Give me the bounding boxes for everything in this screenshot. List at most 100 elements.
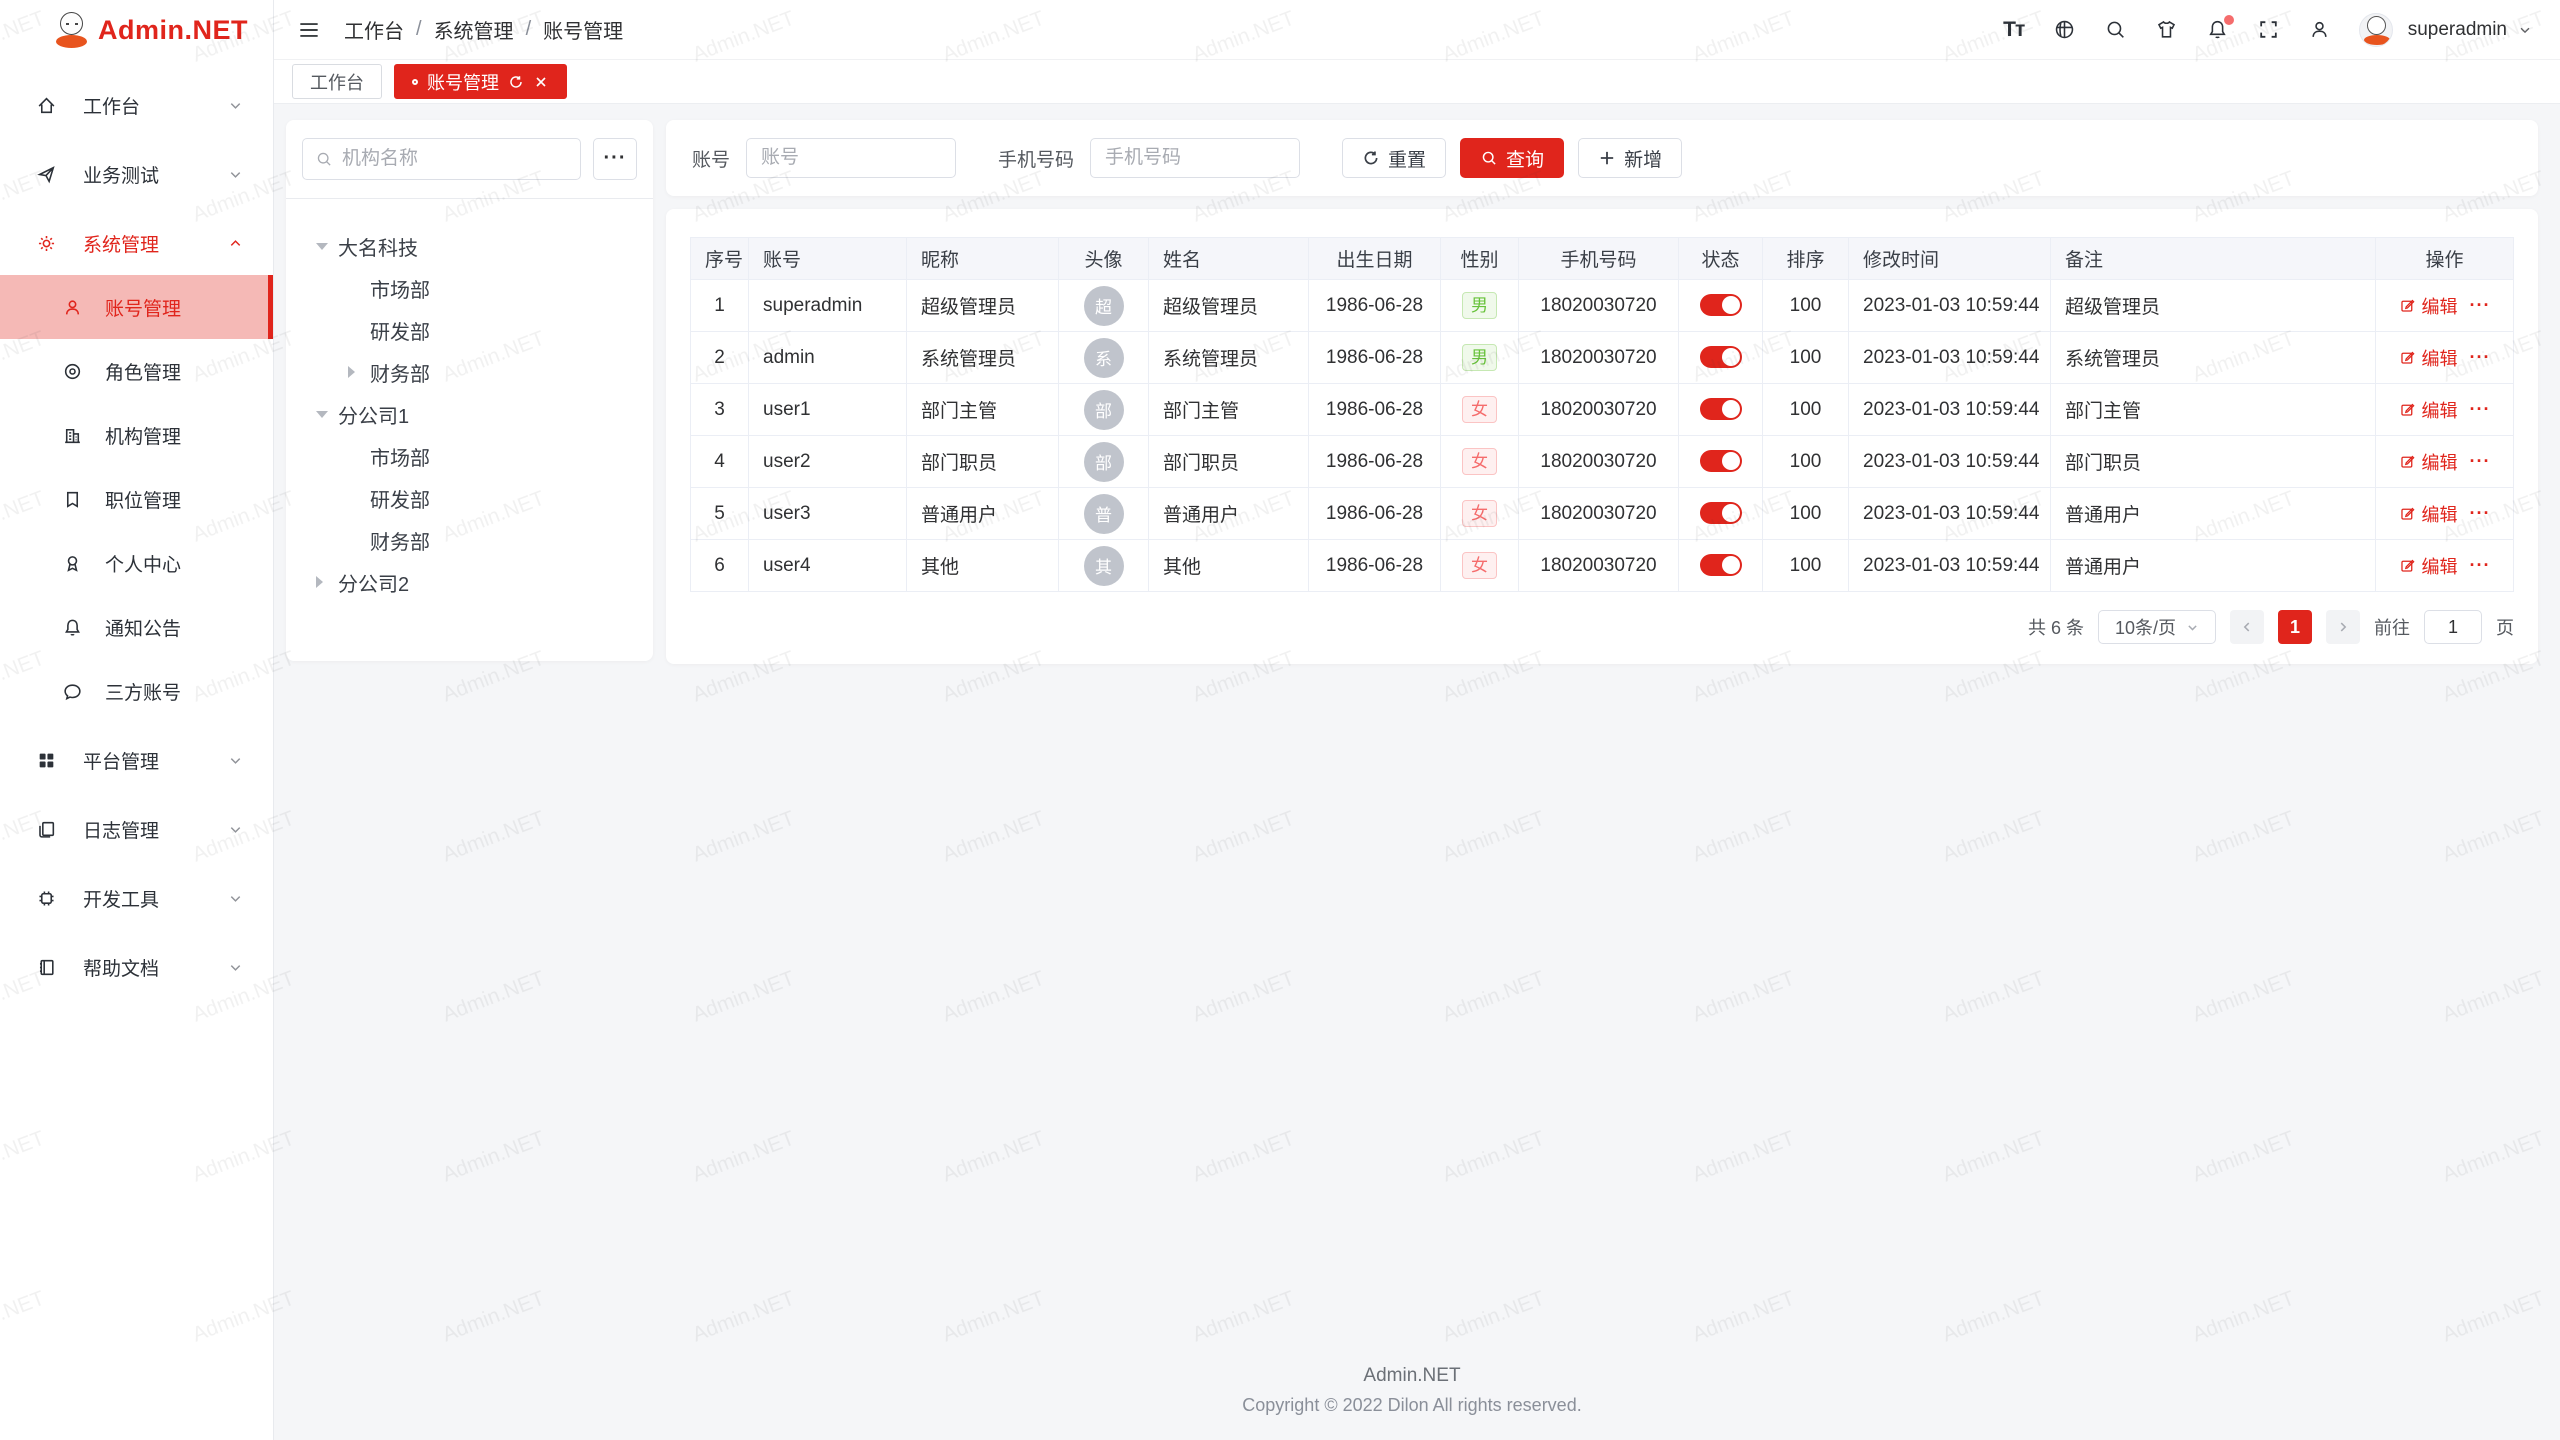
tree-node[interactable]: 分公司2 bbox=[302, 561, 637, 603]
theme-button[interactable] bbox=[2155, 18, 2179, 42]
cell-birth: 1986-06-28 bbox=[1309, 280, 1441, 332]
status-toggle[interactable] bbox=[1700, 502, 1742, 524]
edit-button[interactable]: 编辑 bbox=[2399, 345, 2458, 371]
edit-button[interactable]: 编辑 bbox=[2399, 553, 2458, 579]
edit-button[interactable]: 编辑 bbox=[2399, 449, 2458, 475]
sidebar-item-org-management[interactable]: 机构管理 bbox=[0, 403, 273, 467]
caret-right-icon[interactable] bbox=[316, 576, 338, 588]
caret-down-icon[interactable] bbox=[316, 411, 338, 418]
tree-node[interactable]: 市场部 bbox=[302, 435, 637, 477]
caret-right-icon[interactable] bbox=[348, 366, 370, 378]
tree-node[interactable]: 市场部 bbox=[302, 267, 637, 309]
chevron-up-icon bbox=[228, 236, 243, 251]
notification-button[interactable] bbox=[2206, 18, 2230, 42]
close-tab-icon[interactable] bbox=[533, 74, 549, 90]
tree-node[interactable]: 大名科技 bbox=[302, 225, 637, 267]
tree-node[interactable]: 研发部 bbox=[302, 309, 637, 351]
search-icon bbox=[315, 150, 333, 168]
more-actions-button[interactable]: ··· bbox=[2470, 347, 2491, 368]
status-toggle[interactable] bbox=[1700, 346, 1742, 368]
account-filter-input[interactable] bbox=[746, 138, 956, 178]
sidebar-item-system-management[interactable]: 系统管理 bbox=[0, 211, 273, 275]
language-icon bbox=[2053, 18, 2076, 41]
cell-modified: 2023-01-03 10:59:44 bbox=[1849, 384, 2051, 436]
sidebar-item-notice[interactable]: 通知公告 bbox=[0, 595, 273, 659]
user-avatar[interactable] bbox=[2359, 13, 2393, 47]
more-actions-button[interactable]: ··· bbox=[2470, 295, 2491, 316]
tree-node[interactable]: 分公司1 bbox=[302, 393, 637, 435]
app-title: Admin.NET bbox=[98, 15, 248, 46]
sidebar-item-business-test[interactable]: 业务测试 bbox=[0, 142, 273, 206]
chevron-down-icon[interactable] bbox=[2518, 23, 2532, 37]
tree-node[interactable]: 财务部 bbox=[302, 519, 637, 561]
fullscreen-button[interactable] bbox=[2257, 18, 2281, 42]
query-button[interactable]: 查询 bbox=[1460, 138, 1564, 178]
edit-button[interactable]: 编辑 bbox=[2399, 501, 2458, 527]
query-button-label: 查询 bbox=[1506, 145, 1544, 172]
tree-node-label: 研发部 bbox=[370, 316, 430, 345]
edit-button[interactable]: 编辑 bbox=[2399, 293, 2458, 319]
cell-sort: 100 bbox=[1763, 280, 1849, 332]
tree-more-button[interactable]: ··· bbox=[593, 138, 637, 180]
status-toggle[interactable] bbox=[1700, 398, 1742, 420]
breadcrumb-item[interactable]: 工作台 bbox=[344, 15, 404, 44]
sidebar-item-platform-management[interactable]: 平台管理 bbox=[0, 728, 273, 792]
sidebar-item-third-party-account[interactable]: 三方账号 bbox=[0, 659, 273, 723]
status-toggle[interactable] bbox=[1700, 294, 1742, 316]
more-actions-button[interactable]: ··· bbox=[2470, 503, 2491, 524]
more-actions-button[interactable]: ··· bbox=[2470, 555, 2491, 576]
collapse-sidebar-icon[interactable] bbox=[296, 17, 322, 43]
sidebar-item-dev-tools[interactable]: 开发工具 bbox=[0, 866, 273, 930]
app-logo[interactable]: Admin.NET bbox=[0, 0, 273, 60]
sidebar-item-label: 业务测试 bbox=[83, 161, 228, 188]
bell-icon bbox=[62, 617, 83, 638]
sidebar-item-role-management[interactable]: 角色管理 bbox=[0, 339, 273, 403]
page-size-select[interactable]: 10条/页 bbox=[2098, 610, 2216, 644]
tab-workbench[interactable]: 工作台 bbox=[292, 64, 382, 99]
add-button[interactable]: 新增 bbox=[1578, 138, 1682, 178]
refresh-tab-icon[interactable] bbox=[508, 74, 524, 90]
cell-name: 超级管理员 bbox=[1149, 280, 1309, 332]
lock-user-button[interactable] bbox=[2308, 18, 2332, 42]
edit-button[interactable]: 编辑 bbox=[2399, 397, 2458, 423]
sidebar-item-position-management[interactable]: 职位管理 bbox=[0, 467, 273, 531]
cell-birth: 1986-06-28 bbox=[1309, 332, 1441, 384]
status-toggle[interactable] bbox=[1700, 554, 1742, 576]
cell-modified: 2023-01-03 10:59:44 bbox=[1849, 540, 2051, 592]
phone-filter-input[interactable] bbox=[1090, 138, 1300, 178]
org-tree: 大名科技 市场部 研发部 财务部 分公司1 市场部 研发部 财务部 分公司2 bbox=[302, 225, 637, 603]
sidebar-item-workbench[interactable]: 工作台 bbox=[0, 73, 273, 137]
org-search-input[interactable] bbox=[342, 148, 568, 170]
tab-account-management[interactable]: 账号管理 bbox=[394, 64, 567, 99]
account-table: 序号 账号 昵称 头像 姓名 出生日期 性别 手机号码 状态 排序 bbox=[690, 237, 2514, 592]
tree-node[interactable]: 财务部 bbox=[302, 351, 637, 393]
caret-down-icon[interactable] bbox=[316, 243, 338, 250]
sidebar-item-profile-center[interactable]: 个人中心 bbox=[0, 531, 273, 595]
tree-node[interactable]: 研发部 bbox=[302, 477, 637, 519]
col-sort: 排序 bbox=[1763, 238, 1849, 280]
sidebar-item-account-management[interactable]: 账号管理 bbox=[0, 275, 273, 339]
more-actions-button[interactable]: ··· bbox=[2470, 399, 2491, 420]
goto-page-input[interactable] bbox=[2424, 610, 2482, 644]
main-area: 工作台 / 系统管理 / 账号管理 Tᴛ bbox=[274, 0, 2560, 1440]
org-search-box bbox=[302, 138, 581, 180]
reset-button[interactable]: 重置 bbox=[1342, 138, 1446, 178]
username[interactable]: superadmin bbox=[2408, 19, 2507, 41]
sidebar-menu: 工作台 业务测试 系统管理 账号管理 角色管理 bbox=[0, 60, 273, 999]
gender-tag: 女 bbox=[1462, 500, 1497, 527]
sidebar-item-log-management[interactable]: 日志管理 bbox=[0, 797, 273, 861]
prev-page-button[interactable] bbox=[2230, 610, 2264, 644]
language-button[interactable] bbox=[2053, 18, 2077, 42]
next-page-button[interactable] bbox=[2326, 610, 2360, 644]
breadcrumb-item[interactable]: 系统管理 bbox=[434, 15, 514, 44]
sidebar-item-help-docs[interactable]: 帮助文档 bbox=[0, 935, 273, 999]
tree-node-label: 市场部 bbox=[370, 442, 430, 471]
status-toggle[interactable] bbox=[1700, 450, 1742, 472]
page-number-button[interactable]: 1 bbox=[2278, 610, 2312, 644]
footer-copyright: Copyright © 2022 Dilon All rights reserv… bbox=[286, 1395, 2538, 1416]
global-search-button[interactable] bbox=[2104, 18, 2128, 42]
cell-phone: 18020030720 bbox=[1519, 540, 1679, 592]
more-actions-button[interactable]: ··· bbox=[2470, 451, 2491, 472]
sidebar-item-label: 日志管理 bbox=[83, 816, 228, 843]
font-size-button[interactable]: Tᴛ bbox=[2002, 18, 2026, 42]
